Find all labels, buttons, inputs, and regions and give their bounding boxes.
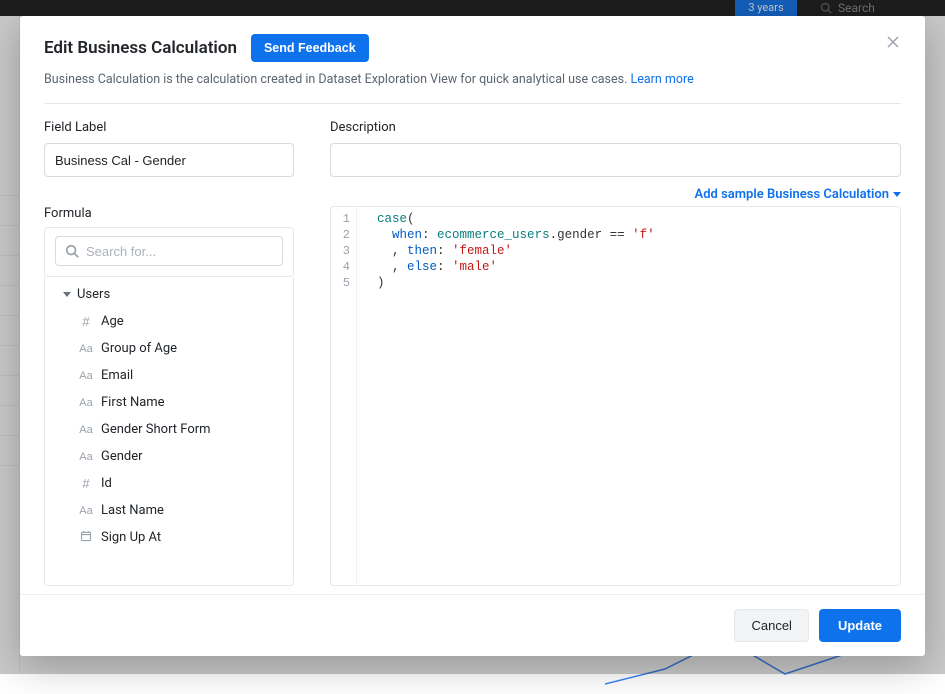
tree-item[interactable]: Aa First Name <box>45 389 293 416</box>
text-icon: Aa <box>79 343 93 355</box>
close-button[interactable] <box>885 34 903 52</box>
tree-item-label: Group of Age <box>101 341 177 356</box>
formula-editor[interactable]: 12345 case( when: ecommerce_users.gender… <box>330 206 901 586</box>
description-input[interactable] <box>330 143 901 177</box>
tree-item[interactable]: Aa Last Name <box>45 497 293 524</box>
modal-title: Edit Business Calculation <box>44 38 237 58</box>
tree-group-users[interactable]: Users <box>45 281 293 308</box>
gutter-line: 1 <box>331 211 356 227</box>
calendar-icon <box>79 530 93 545</box>
text-icon: Aa <box>79 397 93 409</box>
gutter-line: 3 <box>331 243 356 259</box>
tree-item-label: Sign Up At <box>101 530 161 545</box>
subtitle-text: Business Calculation is the calculation … <box>44 72 631 87</box>
text-icon: Aa <box>79 505 93 517</box>
tree-item[interactable]: Sign Up At <box>45 524 293 551</box>
text-icon: Aa <box>79 370 93 382</box>
modal-header: Edit Business Calculation Send Feedback … <box>20 16 925 104</box>
learn-more-link[interactable]: Learn more <box>631 72 694 87</box>
field-tree[interactable]: Users # Age Aa Group of Age Aa Email Aa First N… <box>44 277 294 586</box>
editor-gutter: 12345 <box>331 207 357 585</box>
tree-item-label: Gender <box>101 449 143 464</box>
tree-item-label: Id <box>101 476 112 491</box>
chevron-down-icon <box>893 192 901 197</box>
send-feedback-button[interactable]: Send Feedback <box>251 34 369 62</box>
tree-item-label: Last Name <box>101 503 164 518</box>
text-icon: Aa <box>79 424 93 436</box>
editor-code[interactable]: case( when: ecommerce_users.gender == 'f… <box>357 207 900 585</box>
modal-footer: Cancel Update <box>20 594 925 656</box>
number-icon: # <box>79 476 93 491</box>
gutter-line: 4 <box>331 259 356 275</box>
tree-item-label: First Name <box>101 395 165 410</box>
add-sample-link[interactable]: Add sample Business Calculation <box>695 187 901 202</box>
tree-item-label: Email <box>101 368 133 383</box>
close-icon <box>885 34 901 50</box>
field-label-heading: Field Label <box>44 120 294 135</box>
tree-item[interactable]: # Age <box>45 308 293 335</box>
cancel-button[interactable]: Cancel <box>734 609 808 642</box>
formula-heading: Formula <box>44 206 294 221</box>
gutter-line: 2 <box>331 227 356 243</box>
tree-item[interactable]: Aa Gender Short Form <box>45 416 293 443</box>
field-label-input[interactable] <box>44 143 294 177</box>
gutter-line: 5 <box>331 275 356 291</box>
edit-business-calculation-modal: Edit Business Calculation Send Feedback … <box>20 16 925 656</box>
chevron-down-icon <box>63 292 71 297</box>
search-icon <box>65 243 79 262</box>
tree-item[interactable]: Aa Group of Age <box>45 335 293 362</box>
add-sample-label: Add sample Business Calculation <box>695 187 889 202</box>
tree-item[interactable]: Aa Email <box>45 362 293 389</box>
update-button[interactable]: Update <box>819 609 901 642</box>
number-icon: # <box>79 314 93 329</box>
tree-item[interactable]: Aa Gender <box>45 443 293 470</box>
tree-item-label: Gender Short Form <box>101 422 211 437</box>
tree-group-label: Users <box>77 287 110 302</box>
text-icon: Aa <box>79 451 93 463</box>
tree-item-label: Age <box>101 314 124 329</box>
modal-subtitle: Business Calculation is the calculation … <box>44 72 901 87</box>
tree-item[interactable]: # Id <box>45 470 293 497</box>
formula-search-wrap <box>44 227 294 277</box>
description-heading: Description <box>330 120 901 135</box>
formula-search-input[interactable] <box>55 236 283 266</box>
modal-body: Field Label Description Add sample Busin… <box>20 104 925 594</box>
